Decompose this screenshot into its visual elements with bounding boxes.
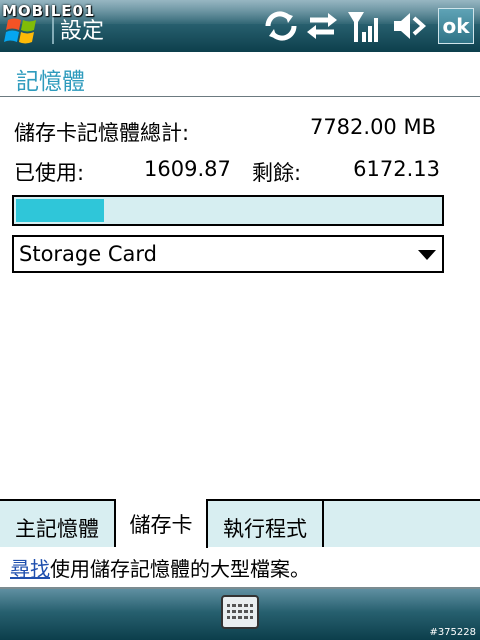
keyboard-icon: [221, 595, 259, 629]
storage-select-value: Storage Card: [19, 242, 157, 266]
chevron-down-icon[interactable]: [418, 250, 436, 260]
data-transfer-icon[interactable]: [304, 8, 340, 48]
page-title: 記憶體: [16, 69, 85, 95]
storage-select[interactable]: Storage Card: [12, 235, 444, 273]
bottom-bar: #375228: [0, 589, 480, 640]
free-label: 剩餘:: [252, 161, 302, 185]
total-label: 儲存卡記憶體總計:: [14, 121, 190, 145]
sync-icon[interactable]: [262, 8, 300, 48]
ok-button[interactable]: ok: [438, 8, 474, 44]
watermark-logo: MOBILE01: [2, 2, 96, 20]
tab-running-programs[interactable]: 執行程式: [208, 499, 324, 547]
find-large-files-link[interactable]: 尋找: [10, 557, 50, 581]
image-id-label: #375228: [429, 627, 476, 638]
tab-main-memory[interactable]: 主記憶體: [0, 499, 116, 547]
header-divider: [0, 96, 480, 97]
free-value: 6172.13: [353, 157, 440, 181]
storage-usage-fill: [16, 199, 104, 222]
tab-label: 儲存卡: [129, 513, 193, 537]
speaker-icon[interactable]: [390, 8, 427, 48]
storage-usage-bar: [12, 195, 444, 226]
used-label: 已使用:: [14, 161, 85, 185]
title-bar: 設定 MOBILE01 ok: [0, 0, 480, 52]
tab-label: 主記憶體: [15, 517, 99, 541]
hint-text: 尋找使用儲存記憶體的大型檔案。: [10, 553, 310, 582]
total-value: 7782.00 MB: [309, 115, 436, 139]
keyboard-button[interactable]: [221, 595, 259, 629]
tab-label: 執行程式: [223, 517, 307, 541]
tab-storage-card[interactable]: 儲存卡: [116, 499, 208, 548]
tab-strip-filler: [324, 501, 480, 547]
signal-icon[interactable]: [346, 8, 382, 48]
used-value: 1609.87: [144, 157, 231, 181]
hint-description: 使用儲存記憶體的大型檔案。: [50, 557, 310, 581]
